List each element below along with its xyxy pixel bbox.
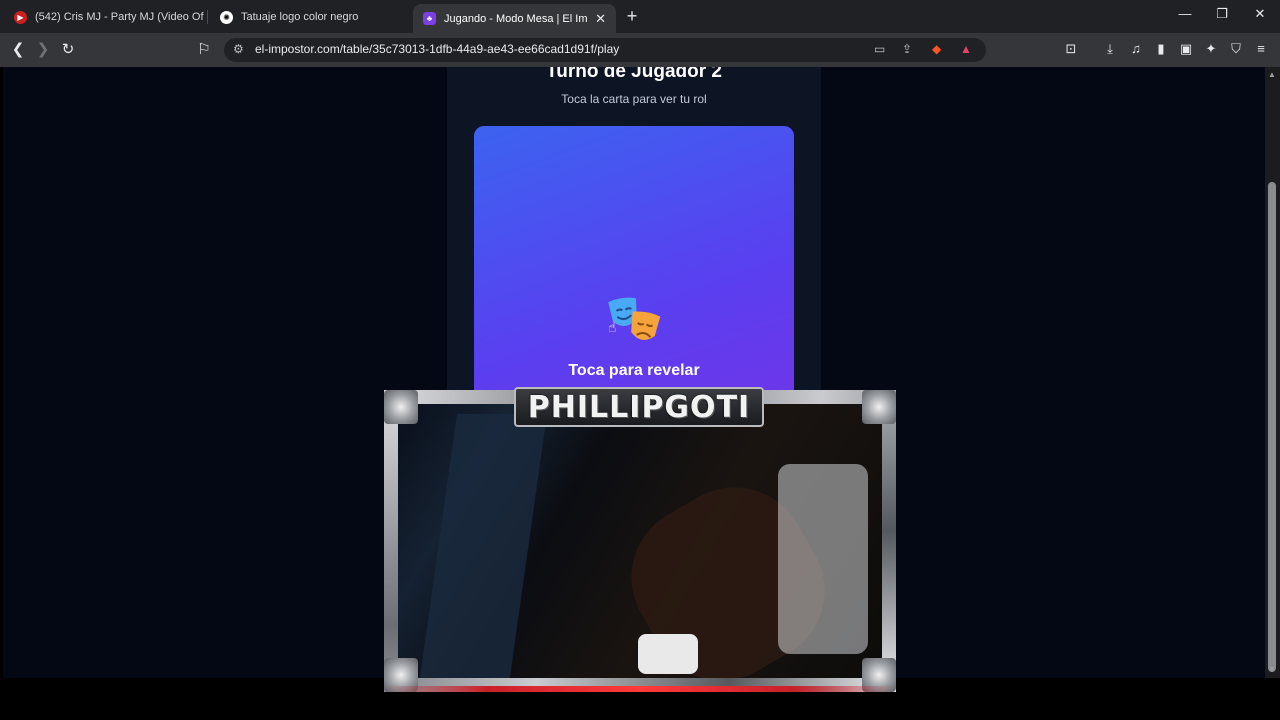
scroll-down-icon[interactable]: ▼	[1268, 665, 1276, 674]
tab-title: Tatuaje logo color negro	[241, 11, 359, 23]
openai-icon: ✺	[220, 10, 233, 24]
new-tab-button[interactable]: +	[622, 6, 642, 27]
impostor-icon: ♣	[423, 12, 436, 25]
tab-title: (542) Cris MJ - Party MJ (Video Oficia	[35, 11, 204, 23]
site-settings-icon[interactable]: ⚙	[233, 42, 244, 56]
scroll-thumb[interactable]	[1268, 182, 1276, 672]
close-window-button[interactable]: ✕	[1250, 6, 1270, 22]
hand-cursor-icon: ☝	[608, 319, 617, 335]
restore-button[interactable]: ❐	[1212, 6, 1232, 22]
cast-icon[interactable]: ▭	[874, 42, 885, 56]
vpn-icon[interactable]: ⛉	[1227, 41, 1245, 57]
share-icon[interactable]: ⇪	[902, 42, 912, 56]
url-text[interactable]: el-impostor.com/table/35c73013-1dfb-44a9…	[255, 42, 619, 56]
sidebar-icon[interactable]: ▮	[1152, 41, 1170, 57]
media-icon[interactable]: ♫	[1127, 41, 1145, 56]
frame-corner-ornament	[384, 390, 418, 424]
streamer-banner: PHILLIPGOTI	[514, 387, 764, 427]
turn-title: Turno de Jugador 2	[546, 67, 722, 82]
streamer-name: PHILLIPGOTI	[527, 389, 751, 425]
webcam-overlay: PHILLIPGOTI	[384, 387, 896, 692]
frame-glow	[384, 686, 896, 692]
scrollbar[interactable]: ▲ ▼	[1265, 67, 1280, 678]
brave-rewards-icon[interactable]: ▲	[960, 42, 972, 56]
address-bar[interactable]: ⚙ el-impostor.com/table/35c73013-1dfb-44…	[224, 38, 986, 62]
youtube-icon: ▶	[14, 10, 27, 24]
wallet-icon[interactable]: ▣	[1177, 41, 1195, 57]
reload-icon[interactable]: ↻	[58, 40, 78, 60]
forward-button[interactable]: ❯	[33, 40, 53, 60]
tab-title: Jugando - Modo Mesa | El Impo	[444, 12, 588, 25]
tab-youtube[interactable]: ▶ (542) Cris MJ - Party MJ (Video Oficia	[4, 4, 204, 30]
screenshot-icon[interactable]: ⊡	[1062, 41, 1080, 57]
bookmark-icon[interactable]: ⚐	[194, 40, 214, 60]
tab-strip: ▶ (542) Cris MJ - Party MJ (Video Oficia…	[0, 0, 1280, 33]
reveal-prompt: Toca para revelar	[568, 362, 700, 379]
browser-window: ▶ (542) Cris MJ - Party MJ (Video Oficia…	[0, 0, 1280, 720]
back-button[interactable]: ❮	[8, 40, 28, 60]
frame-corner-ornament	[862, 390, 896, 424]
tab-impostor[interactable]: ♣ Jugando - Modo Mesa | El Impo ✕	[413, 4, 616, 33]
tab-separator	[207, 10, 208, 24]
turn-subtitle: Toca la carta para ver tu rol	[561, 92, 707, 106]
menu-icon[interactable]: ≡	[1252, 41, 1270, 56]
close-tab-icon[interactable]: ✕	[587, 11, 606, 27]
brave-shields-icon[interactable]: ◆	[932, 42, 941, 56]
leo-ai-icon[interactable]: ✦	[1202, 41, 1220, 57]
minimize-button[interactable]: —	[1175, 6, 1195, 21]
browser-toolbar: ❮ ❯ ↻ ⚐ ⚙ el-impostor.com/table/35c73013…	[0, 33, 1280, 67]
scroll-up-icon[interactable]: ▲	[1268, 70, 1276, 79]
tab-chatgpt[interactable]: ✺ Tatuaje logo color negro	[210, 4, 410, 30]
downloads-icon[interactable]: ⤓	[1101, 41, 1119, 57]
webcam-frame	[384, 390, 896, 692]
